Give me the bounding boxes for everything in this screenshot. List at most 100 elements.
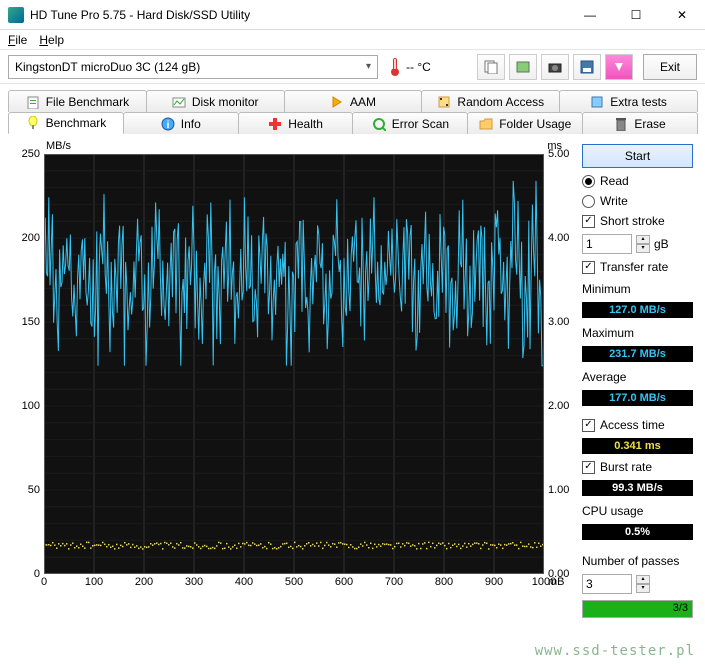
- exit-button[interactable]: Exit: [643, 54, 697, 80]
- passes-spinner[interactable]: ▴▾: [636, 575, 650, 593]
- y-left-tick: 150: [12, 316, 40, 328]
- temperature: -- °C: [388, 57, 431, 77]
- minimum-value: 127.0 MB/s: [582, 302, 693, 318]
- y-left-tick: 200: [12, 232, 40, 244]
- drive-select[interactable]: KingstonDT microDuo 3C (124 gB) ▾: [8, 55, 378, 79]
- maximum-label: Maximum: [582, 326, 693, 340]
- tab-label: Disk monitor: [192, 95, 259, 109]
- y-right-tick: 5.00: [548, 148, 576, 160]
- cpu-usage-label: CPU usage: [582, 504, 693, 518]
- minimum-label: Minimum: [582, 282, 693, 296]
- short-stroke-spinner[interactable]: ▴▾: [636, 235, 650, 253]
- short-stroke-label: Short stroke: [600, 214, 665, 228]
- tab-health[interactable]: Health: [238, 112, 354, 134]
- tab-disk-mon[interactable]: Disk monitor: [146, 90, 285, 112]
- tab-label: Error Scan: [392, 117, 449, 131]
- tab-folder[interactable]: Folder Usage: [467, 112, 583, 134]
- screenshot-button[interactable]: [541, 54, 569, 80]
- y-right-tick: 2.00: [548, 400, 576, 412]
- tab-label: Health: [288, 117, 323, 131]
- copy-info-button[interactable]: [477, 54, 505, 80]
- passes-input[interactable]: [582, 574, 632, 594]
- menubar: File Help: [0, 30, 705, 50]
- y-left-tick: 250: [12, 148, 40, 160]
- content: MB/s ms 050100150200250 0.001.002.003.00…: [0, 134, 705, 628]
- maximum-value: 231.7 MB/s: [582, 346, 693, 362]
- start-button[interactable]: Start: [582, 144, 693, 168]
- tab-error[interactable]: Error Scan: [352, 112, 468, 134]
- error-icon: [372, 117, 386, 131]
- tab-extra[interactable]: Extra tests: [559, 90, 698, 112]
- folder-icon: [479, 117, 493, 131]
- chevron-down-icon: ▾: [366, 61, 371, 72]
- menu-help[interactable]: Help: [39, 33, 64, 47]
- access-time-check[interactable]: Access time: [582, 418, 693, 432]
- tab-label: Extra tests: [610, 95, 667, 109]
- watermark: www.ssd-tester.pl: [535, 643, 695, 659]
- read-label: Read: [600, 174, 629, 188]
- aam-icon: [330, 95, 344, 109]
- svg-text:i: i: [166, 120, 169, 131]
- x-tick: 200: [135, 576, 153, 608]
- x-tick: 100: [85, 576, 103, 608]
- copy-screenshot-button[interactable]: [509, 54, 537, 80]
- radio-icon: [582, 175, 595, 188]
- options-button[interactable]: [605, 54, 633, 80]
- checkbox-icon: [582, 215, 595, 228]
- read-radio-row[interactable]: Read: [582, 174, 693, 188]
- window-title: HD Tune Pro 5.75 - Hard Disk/SSD Utility: [30, 8, 567, 22]
- radio-icon: [582, 195, 595, 208]
- tab-file-bench[interactable]: File Benchmark: [8, 90, 147, 112]
- x-unit: mB: [548, 576, 565, 588]
- tab-label: Info: [181, 117, 201, 131]
- average-label: Average: [582, 370, 693, 384]
- close-button[interactable]: ✕: [659, 0, 705, 30]
- maximize-button[interactable]: ☐: [613, 0, 659, 30]
- progress-bar: 3/3: [582, 600, 693, 618]
- y-right-tick: 1.00: [548, 484, 576, 496]
- save-button[interactable]: [573, 54, 601, 80]
- progress-text: 3/3: [673, 602, 688, 614]
- checkbox-icon: [582, 419, 595, 432]
- tab-label: Erase: [634, 117, 665, 131]
- burst-rate-value: 99.3 MB/s: [582, 480, 693, 496]
- passes-label: Number of passes: [582, 554, 693, 568]
- short-stroke-check[interactable]: Short stroke: [582, 214, 693, 228]
- x-tick: 400: [235, 576, 253, 608]
- tab-erase[interactable]: Erase: [582, 112, 698, 134]
- bench-icon: [26, 116, 40, 130]
- y-left-unit: MB/s: [46, 140, 71, 152]
- app-icon: [8, 7, 24, 23]
- random-icon: [437, 95, 451, 109]
- disk-mon-icon: [172, 95, 186, 109]
- transfer-rate-check[interactable]: Transfer rate: [582, 260, 693, 274]
- checkbox-icon: [582, 261, 595, 274]
- x-tick: 0: [41, 576, 47, 608]
- x-tick: 600: [335, 576, 353, 608]
- x-tick: 300: [185, 576, 203, 608]
- y-left-tick: 50: [12, 484, 40, 496]
- tab-label: AAM: [350, 95, 376, 109]
- x-tick: 700: [385, 576, 403, 608]
- tab-random[interactable]: Random Access: [421, 90, 560, 112]
- cpu-usage-value: 0.5%: [582, 524, 693, 540]
- menu-file[interactable]: File: [8, 33, 27, 47]
- minimize-button[interactable]: —: [567, 0, 613, 30]
- titlebar: HD Tune Pro 5.75 - Hard Disk/SSD Utility…: [0, 0, 705, 30]
- health-icon: [268, 117, 282, 131]
- short-stroke-input[interactable]: [582, 234, 632, 254]
- tab-info[interactable]: i Info: [123, 112, 239, 134]
- write-label: Write: [600, 194, 628, 208]
- drive-select-value: KingstonDT microDuo 3C (124 gB): [15, 60, 200, 74]
- x-tick: 900: [485, 576, 503, 608]
- write-radio-row[interactable]: Write: [582, 194, 693, 208]
- extra-icon: [590, 95, 604, 109]
- x-tick: 500: [285, 576, 303, 608]
- burst-rate-check[interactable]: Burst rate: [582, 460, 693, 474]
- tab-bench[interactable]: Benchmark: [8, 112, 124, 134]
- tab-aam[interactable]: AAM: [284, 90, 423, 112]
- average-value: 177.0 MB/s: [582, 390, 693, 406]
- transfer-rate-label: Transfer rate: [600, 260, 668, 274]
- y-left-tick: 0: [12, 568, 40, 580]
- y-right-tick: 3.00: [548, 316, 576, 328]
